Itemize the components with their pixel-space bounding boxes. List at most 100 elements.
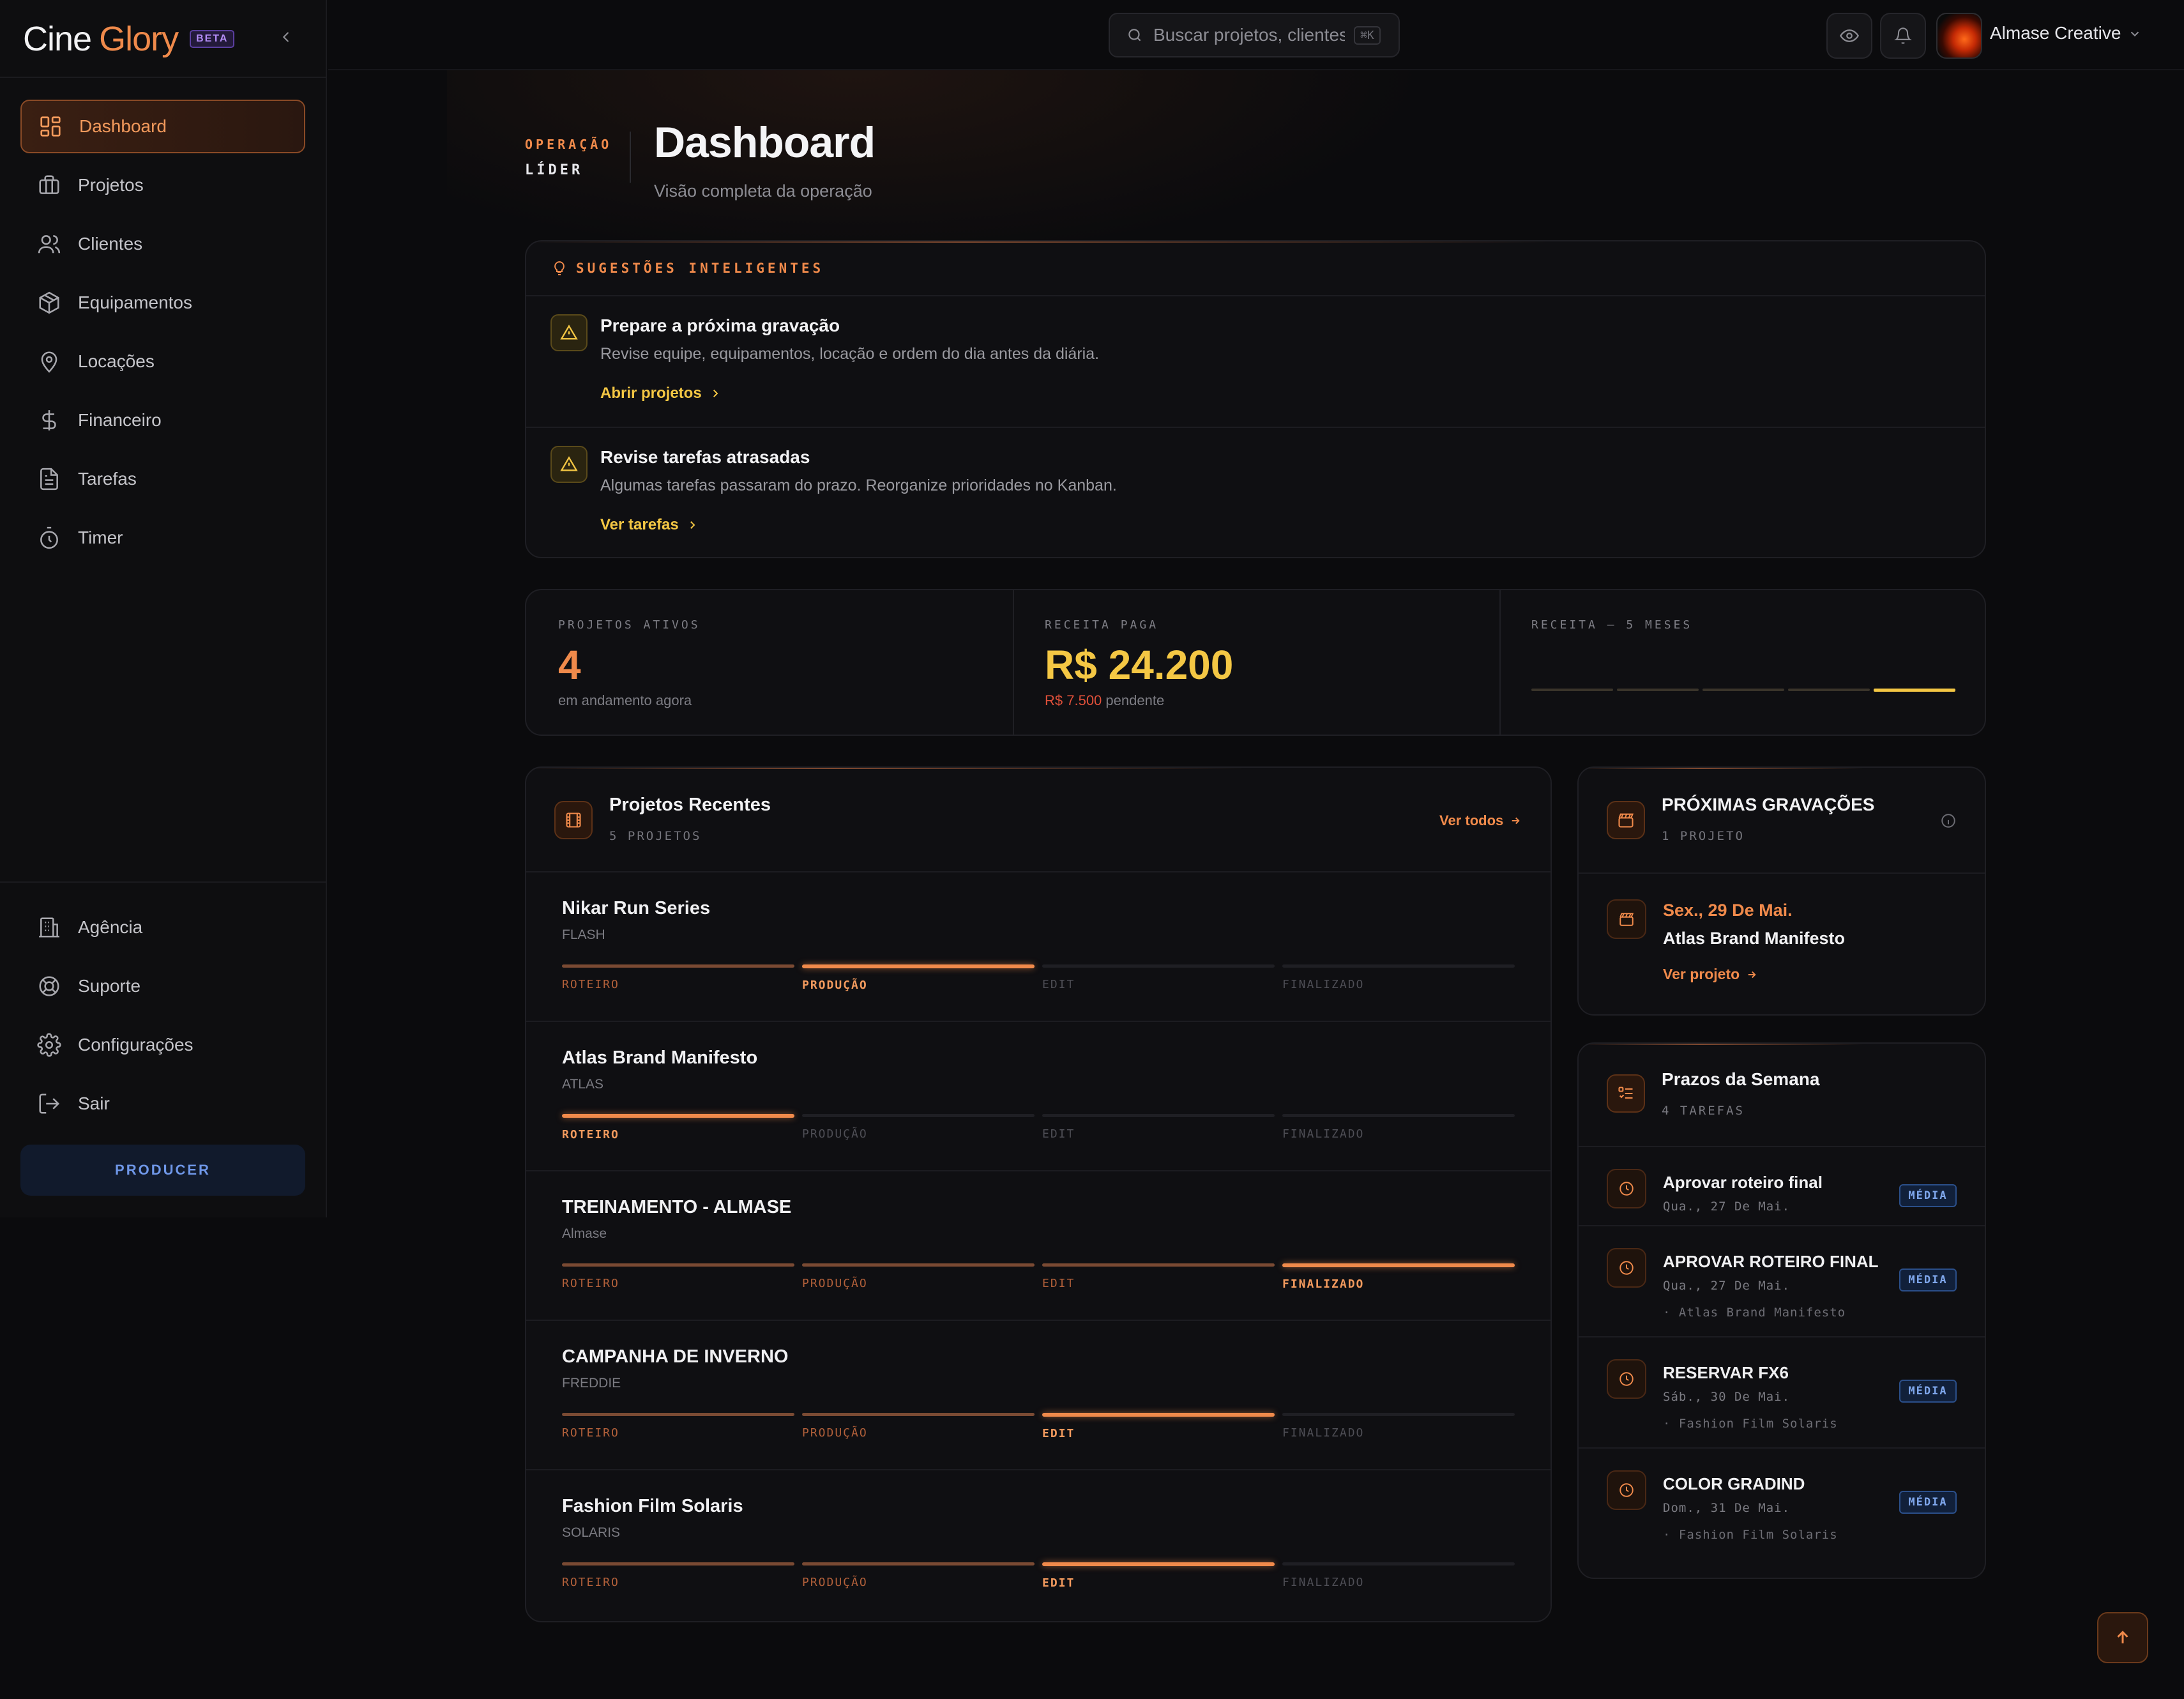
open-projects-link[interactable]: Abrir projetos [600, 385, 721, 402]
see-all-label: Ver todos [1439, 812, 1504, 828]
user-avatar[interactable] [1936, 13, 1982, 59]
project-row[interactable]: TREINAMENTO - ALMASE Almase ROTEIRO PRODUÇÃ… [526, 1170, 1551, 1320]
clapper-icon-badge [1607, 801, 1645, 839]
stage-label: EDIT [1042, 1277, 1075, 1290]
weekly-deadlines-count: 4 TAREFAS [1662, 1104, 1745, 1118]
arrow-right-icon [1512, 817, 1520, 825]
suggestion-title: Revise tarefas atrasadas [600, 447, 810, 467]
clock-icon [1619, 1182, 1634, 1196]
clock-icon-badge [1607, 1359, 1646, 1399]
sidebar-item-equipamentos[interactable]: Equipamentos [20, 276, 305, 330]
search-input[interactable] [1153, 25, 1345, 45]
recent-projects-count: 5 PROJETOS [609, 829, 702, 843]
clock-icon [1619, 1261, 1634, 1275]
collapse-sidebar-button[interactable] [275, 26, 298, 49]
revenue-trend-label: RECEITA — 5 MESES [1531, 618, 1693, 632]
stage-step: ROTEIRO [562, 1114, 794, 1141]
project-name: TREINAMENTO - ALMASE [562, 1197, 792, 1217]
info-icon[interactable] [1940, 812, 1957, 829]
film-icon-badge [554, 801, 593, 839]
recent-projects-card: Projetos Recentes 5 PROJETOS Ver todos N… [525, 766, 1552, 1622]
sidebar-divider [0, 881, 327, 883]
top-bar: ⌘K Almase Creative [328, 0, 2184, 70]
sidebar-item-agencia[interactable]: Agência [20, 901, 305, 954]
clapperboard-icon [1619, 913, 1634, 926]
project-client: FREDDIE [562, 1376, 621, 1390]
search-icon [1128, 29, 1141, 42]
stage-label: EDIT [1042, 1427, 1075, 1440]
project-client: FLASH [562, 927, 605, 942]
notifications-button[interactable] [1880, 13, 1926, 59]
sidebar-item-clientes[interactable]: Clientes [20, 217, 305, 271]
sidebar-item-projetos[interactable]: Projetos [20, 158, 305, 212]
checklist-icon-badge [1607, 1074, 1645, 1113]
film-icon [566, 812, 581, 828]
stage-progress-bar [1042, 1413, 1275, 1417]
stage-label: EDIT [1042, 978, 1075, 991]
sidebar-item-dashboard[interactable]: Dashboard [20, 100, 305, 153]
chevron-right-icon [690, 521, 695, 529]
brand-logo[interactable]: Cine Glory BETA [23, 17, 235, 61]
stage-step: PRODUÇÃO [802, 1562, 1035, 1589]
deadline-date: Qua., 27 De Mai. [1663, 1200, 1791, 1214]
project-row[interactable]: CAMPANHA DE INVERNO FREDDIE ROTEIRO PRODUÇÃ… [526, 1320, 1551, 1469]
sidebar-item-timer[interactable]: Timer [20, 511, 305, 565]
sidebar-item-suporte[interactable]: Suporte [20, 959, 305, 1013]
stage-label: ROTEIRO [562, 1576, 619, 1589]
lifebuoy-icon [39, 976, 59, 996]
upcoming-shoots-count: 1 PROJETO [1662, 829, 1745, 843]
search-box[interactable]: ⌘K [1109, 13, 1400, 57]
stage-progress-bar [802, 1263, 1035, 1267]
chevron-down-icon[interactable] [2128, 27, 2142, 41]
header-divider [630, 132, 631, 183]
stage-step: EDIT [1042, 1562, 1275, 1590]
sidebar-item-label: Equipamentos [78, 293, 193, 312]
sidebar-item-label: Suporte [78, 976, 141, 996]
deadline-row[interactable]: COLOR GRADIND Dom., 31 De Mai. · Fashion F… [1579, 1447, 1985, 1558]
view-project-link[interactable]: Ver projeto [1663, 966, 1757, 983]
project-client: SOLARIS [562, 1525, 621, 1540]
deadline-row[interactable]: Aprovar roteiro final Qua., 27 De Mai. MÉD… [1579, 1146, 1985, 1225]
row-divider [526, 427, 1985, 428]
deadline-row[interactable]: APROVAR ROTEIRO FINAL Qua., 27 De Mai. · A… [1579, 1225, 1985, 1336]
project-row[interactable]: Nikar Run Series FLASH ROTEIRO PRODUÇÃO EDIT… [526, 871, 1551, 1021]
chevron-right-icon [713, 390, 718, 397]
recent-projects-title: Projetos Recentes [609, 795, 771, 815]
sidebar-item-label: Tarefas [78, 469, 137, 489]
deadline-title: Aprovar roteiro final [1663, 1173, 1823, 1192]
clock-icon [1619, 1483, 1634, 1497]
sidebar-item-label: Financeiro [78, 410, 162, 430]
stage-label: FINALIZADO [1282, 978, 1365, 991]
shoot-project-name: Atlas Brand Manifesto [1663, 929, 1846, 948]
sidebar-item-configuracoes[interactable]: Configurações [20, 1018, 305, 1072]
project-row[interactable]: Atlas Brand Manifesto ATLAS ROTEIRO PRODUÇÃ… [526, 1021, 1551, 1170]
user-name[interactable]: Almase Creative [1990, 23, 2121, 43]
see-all-projects-link[interactable]: Ver todos [1439, 812, 1521, 829]
deadline-project: · Fashion Film Solaris [1663, 1417, 1838, 1431]
revenue-paid-value: R$ 24.200 [1045, 642, 1234, 688]
sidebar-item-financeiro[interactable]: Financeiro [20, 393, 305, 447]
stage-progress-bar [802, 1114, 1035, 1117]
project-row[interactable]: Fashion Film Solaris SOLARIS ROTEIRO PRODUÇ… [526, 1469, 1551, 1619]
view-tasks-link[interactable]: Ver tarefas [600, 516, 698, 534]
logout-icon [39, 1093, 60, 1114]
stage-progress-bar [562, 964, 794, 968]
stage-progress-bar [562, 1562, 794, 1566]
sidebar-item-locacoes[interactable]: Locações [20, 335, 305, 388]
stage-step: EDIT [1042, 1413, 1275, 1440]
warning-badge [550, 446, 588, 483]
sidebar-item-label: Projetos [78, 175, 144, 195]
scroll-to-top-button[interactable] [2097, 1612, 2148, 1663]
suggestions-title: SUGESTÕES INTELIGENTES [576, 261, 824, 276]
role-producer-button[interactable]: PRODUCER [20, 1145, 305, 1196]
shoot-icon-badge [1607, 899, 1646, 939]
stage-step: ROTEIRO [562, 1562, 794, 1589]
deadline-title: RESERVAR FX6 [1663, 1363, 1789, 1382]
briefcase-icon [39, 175, 59, 194]
stage-step: FINALIZADO [1282, 1562, 1515, 1589]
file-icon [40, 468, 58, 491]
visibility-toggle-button[interactable] [1826, 13, 1872, 59]
sidebar-item-tarefas[interactable]: Tarefas [20, 452, 305, 506]
sidebar-item-sair[interactable]: Sair [20, 1077, 305, 1131]
deadline-row[interactable]: RESERVAR FX6 Sáb., 30 De Mai. · Fashion Fi… [1579, 1336, 1985, 1447]
